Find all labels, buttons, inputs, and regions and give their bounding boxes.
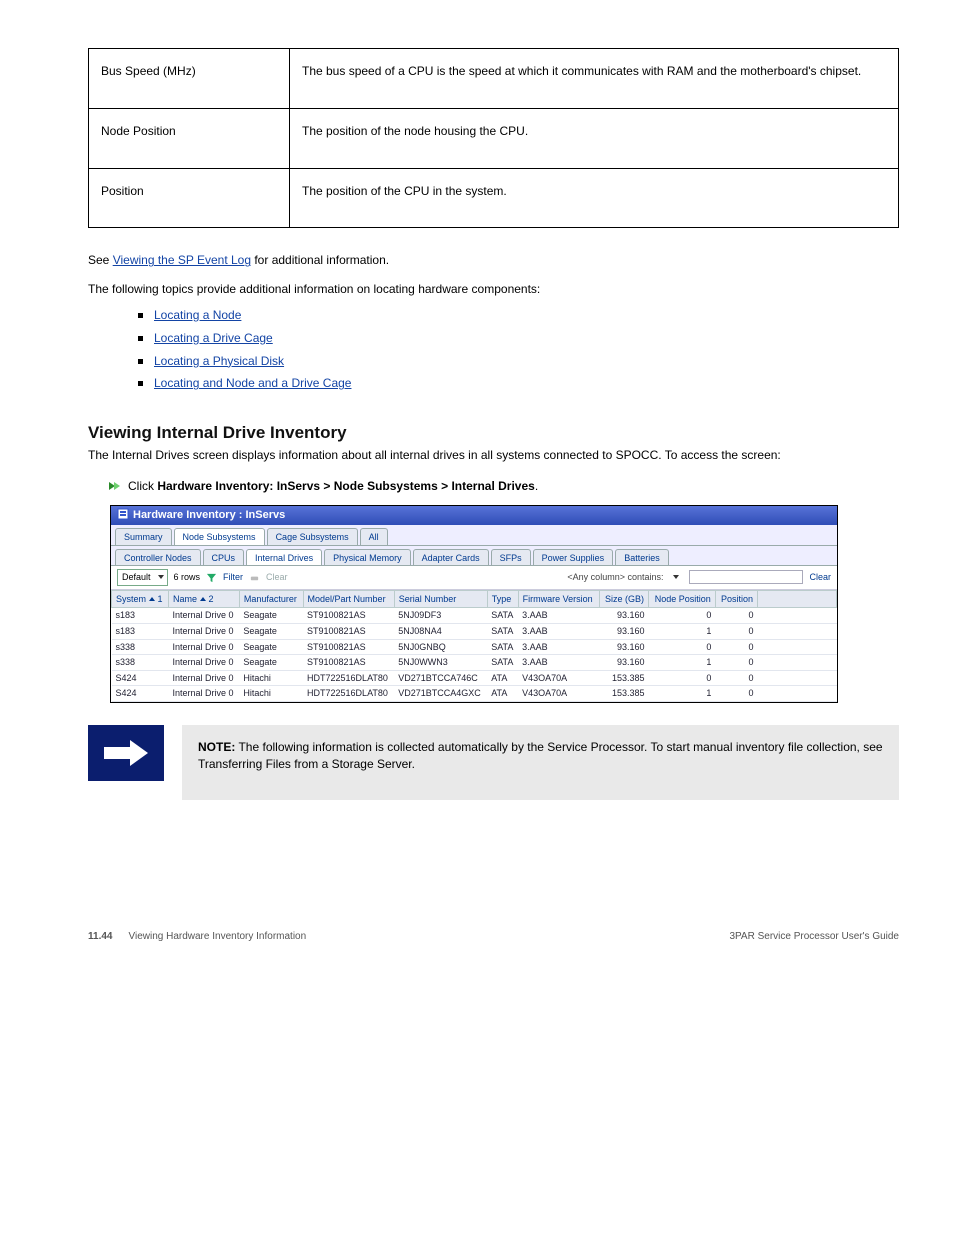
drives-table: System 1 Name 2 Manufacturer Model/Part … [111,590,837,702]
step-arrow-icon [108,480,120,492]
step: Click Hardware Inventory: InServs > Node… [108,478,899,495]
table-row[interactable]: s338Internal Drive 0SeagateST9100821AS5N… [112,639,837,655]
footer-doc-title: 3PAR Service Processor User's Guide [729,930,899,944]
view-dropdown[interactable]: Default [117,569,168,586]
note-arrow-icon [88,725,164,781]
grid-toolbar: Default 6 rows Filter Clear <Any column>… [111,566,837,590]
dropdown-caret-icon[interactable] [673,575,679,579]
search-input[interactable] [689,570,803,584]
any-column-label: <Any column> contains: [567,571,663,584]
col-system[interactable]: System 1 [112,590,169,608]
col-size[interactable]: Size (GB) [599,590,648,608]
note-text: The following information is collected a… [238,740,882,754]
col-name[interactable]: Name 2 [169,590,240,608]
tab-cpus[interactable]: CPUs [203,549,245,566]
tab-controller-nodes[interactable]: Controller Nodes [115,549,201,566]
table-row[interactable]: S424Internal Drive 0HitachiHDT722516DLAT… [112,670,837,686]
table-row[interactable]: s183Internal Drive 0SeagateST9100821AS5N… [112,608,837,624]
table-row[interactable]: s338Internal Drive 0SeagateST9100821AS5N… [112,655,837,671]
link-locate-cage[interactable]: Locating a Drive Cage [154,331,273,345]
footer-section: Viewing Hardware Inventory Information [128,931,306,942]
section-heading: Viewing Internal Drive Inventory [88,421,899,445]
filter-icon [206,572,217,583]
tab-batteries[interactable]: Batteries [615,549,669,566]
col-type[interactable]: Type [487,590,518,608]
row-count: 6 rows [174,571,201,584]
def-desc: The bus speed of a CPU is the speed at w… [290,49,899,109]
def-term: Node Position [89,108,290,168]
see-also: See Viewing the SP Event Log for additio… [88,252,899,269]
def-term: Position [89,168,290,228]
note-heading: NOTE: [198,740,235,754]
def-term: Bus Speed (MHz) [89,49,290,109]
clear-link[interactable]: Clear [809,571,831,584]
col-serial[interactable]: Serial Number [394,590,487,608]
tab-adapter-cards[interactable]: Adapter Cards [413,549,489,566]
sub-tabs: Controller Nodes CPUs Internal Drives Ph… [111,546,837,567]
link-locate-node[interactable]: Locating a Node [154,308,241,322]
tab-physical-memory[interactable]: Physical Memory [324,549,411,566]
tab-cage-subsystems[interactable]: Cage Subsystems [267,528,358,545]
tab-power-supplies[interactable]: Power Supplies [533,549,614,566]
event-log-link[interactable]: Viewing the SP Event Log [113,253,251,267]
tab-all[interactable]: All [360,528,388,545]
link-locate-disk[interactable]: Locating a Physical Disk [154,354,284,368]
sort-asc-icon [200,597,206,601]
tab-node-subsystems[interactable]: Node Subsystems [174,528,265,545]
page-number: 11.44 [88,931,112,942]
window-title: Hardware Inventory : InServs [111,506,837,525]
col-fw[interactable]: Firmware Version [518,590,599,608]
table-row[interactable]: S424Internal Drive 0HitachiHDT722516DLAT… [112,686,837,702]
eraser-icon [249,572,260,583]
col-node-pos[interactable]: Node Position [649,590,716,608]
filter-link[interactable]: Filter [223,571,243,584]
tab-summary[interactable]: Summary [115,528,172,545]
table-row[interactable]: s183Internal Drive 0SeagateST9100821AS5N… [112,623,837,639]
clear-disabled: Clear [266,571,288,584]
section-body: The Internal Drives screen displays info… [88,447,899,464]
breadcrumb-path: Hardware Inventory: InServs > Node Subsy… [157,479,534,493]
link-locate-node-cage[interactable]: Locating and Node and a Drive Cage [154,376,351,390]
top-tabs: Summary Node Subsystems Cage Subsystems … [111,525,837,546]
tab-sfps[interactable]: SFPs [491,549,531,566]
note-link: Transferring Files from a Storage Server [198,757,412,771]
sort-asc-icon [149,597,155,601]
def-desc: The position of the CPU in the system. [290,168,899,228]
related-links: Locating a Node Locating a Drive Cage Lo… [88,304,899,395]
tab-internal-drives[interactable]: Internal Drives [246,549,322,566]
note-block: NOTE: The following information is colle… [88,725,899,801]
def-desc: The position of the node housing the CPU… [290,108,899,168]
col-model[interactable]: Model/Part Number [303,590,394,608]
col-position[interactable]: Position [715,590,757,608]
definitions-table: Bus Speed (MHz)The bus speed of a CPU is… [88,48,899,228]
col-manufacturer[interactable]: Manufacturer [239,590,303,608]
inventory-screenshot: Hardware Inventory : InServs Summary Nod… [110,505,838,703]
intro-para: The following topics provide additional … [88,281,899,298]
